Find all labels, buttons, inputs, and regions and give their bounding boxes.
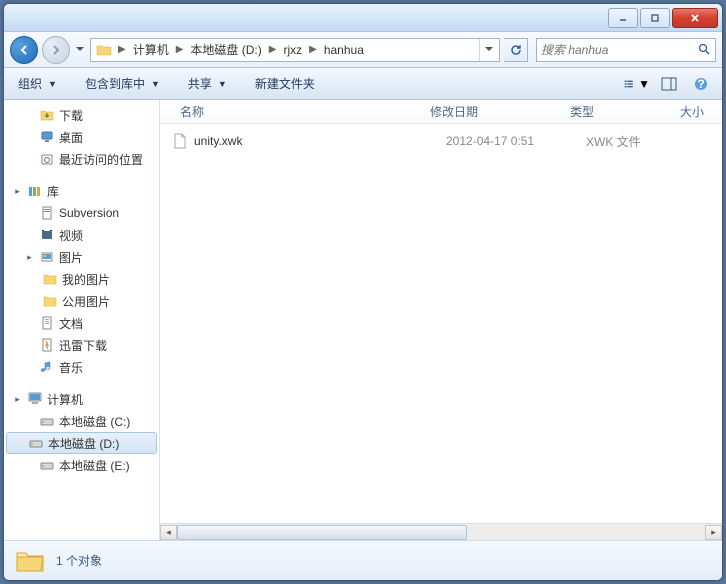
column-date[interactable]: 修改日期 — [422, 103, 562, 120]
column-type[interactable]: 类型 — [562, 103, 672, 120]
drive-icon — [28, 435, 44, 451]
titlebar — [4, 4, 722, 32]
column-size[interactable]: 大小 — [672, 103, 722, 120]
navigation-bar: ▶ 计算机 ▶ 本地磁盘 (D:) ▶ rjxz ▶ hanhua — [4, 32, 722, 68]
pictures-icon — [39, 249, 55, 265]
breadcrumb-dropdown[interactable] — [479, 39, 497, 61]
column-headers: 名称 修改日期 类型 大小 — [160, 100, 722, 124]
drive-icon — [39, 457, 55, 473]
collapse-icon[interactable]: ▸ — [12, 186, 23, 197]
close-button[interactable] — [672, 8, 718, 28]
folder-icon — [95, 41, 113, 59]
refresh-button[interactable] — [504, 38, 528, 62]
folder-icon — [42, 293, 58, 309]
folder-icon — [42, 271, 58, 287]
history-dropdown[interactable] — [74, 47, 86, 52]
documents-icon — [39, 315, 55, 331]
tree-item-documents[interactable]: 文档 — [4, 312, 159, 334]
downloads-icon — [39, 107, 55, 123]
desktop-icon — [39, 129, 55, 145]
status-text: 1 个对象 — [56, 552, 102, 569]
breadcrumb-seg-hanhua[interactable]: hanhua — [320, 39, 368, 61]
music-icon — [39, 359, 55, 375]
file-type: XWK 文件 — [578, 133, 688, 150]
breadcrumb-arrow-icon[interactable]: ▶ — [173, 44, 187, 55]
preview-pane-button[interactable] — [656, 73, 682, 95]
forward-button[interactable] — [42, 36, 70, 64]
tree-item-desktop[interactable]: 桌面 — [4, 126, 159, 148]
svg-text:?: ? — [697, 77, 704, 91]
search-box[interactable] — [536, 38, 716, 62]
tree-item-recent[interactable]: 最近访问的位置 — [4, 148, 159, 170]
breadcrumb-arrow-icon[interactable]: ▶ — [266, 44, 280, 55]
tree-item-libraries[interactable]: ▸库 — [4, 180, 159, 202]
breadcrumb-arrow-icon[interactable]: ▶ — [115, 44, 129, 55]
tree-item-my-pictures[interactable]: 我的图片 — [4, 268, 159, 290]
breadcrumb-seg-drive-d[interactable]: 本地磁盘 (D:) — [186, 39, 265, 61]
tree-item-pictures[interactable]: ▸图片 — [4, 246, 159, 268]
tree-item-drive-e[interactable]: 本地磁盘 (E:) — [4, 454, 159, 476]
recent-icon — [39, 151, 55, 167]
tree-item-computer[interactable]: ▸计算机 — [4, 388, 159, 410]
breadcrumb[interactable]: ▶ 计算机 ▶ 本地磁盘 (D:) ▶ rjxz ▶ hanhua — [90, 38, 500, 62]
search-icon[interactable] — [698, 43, 711, 56]
navigation-tree[interactable]: 下载 桌面 最近访问的位置 ▸库 Subversion 视频 ▸图片 我的图片 … — [4, 100, 160, 540]
main-area: 下载 桌面 最近访问的位置 ▸库 Subversion 视频 ▸图片 我的图片 … — [4, 100, 722, 540]
scroll-right-button[interactable]: ▸ — [705, 525, 722, 540]
help-button[interactable]: ? — [688, 73, 714, 95]
file-row[interactable]: unity.xwk 2012-04-17 0:51 XWK 文件 — [172, 130, 710, 152]
videos-icon — [39, 227, 55, 243]
tree-item-xunlei[interactable]: 迅雷下载 — [4, 334, 159, 356]
new-folder-button[interactable]: 新建文件夹 — [249, 72, 321, 95]
back-button[interactable] — [10, 36, 38, 64]
file-date: 2012-04-17 0:51 — [438, 134, 578, 148]
search-input[interactable] — [541, 43, 698, 57]
organize-button[interactable]: 组织▼ — [12, 72, 63, 95]
tree-item-music[interactable]: 音乐 — [4, 356, 159, 378]
folder-large-icon — [14, 545, 46, 577]
window-controls — [606, 8, 718, 28]
file-icon — [172, 133, 188, 149]
view-options-button[interactable]: ▼ — [624, 73, 650, 95]
breadcrumb-seg-rjxz[interactable]: rjxz — [279, 39, 306, 61]
subversion-icon — [39, 205, 55, 221]
scroll-thumb[interactable] — [177, 525, 467, 540]
file-list-panel: 名称 修改日期 类型 大小 unity.xwk 2012-04-17 0:51 … — [160, 100, 722, 540]
computer-icon — [27, 391, 43, 407]
collapse-icon[interactable]: ▸ — [12, 394, 23, 405]
toolbar: 组织▼ 包含到库中▼ 共享▼ 新建文件夹 ▼ ? — [4, 68, 722, 100]
horizontal-scrollbar[interactable]: ◂ ▸ — [160, 523, 722, 540]
include-in-library-button[interactable]: 包含到库中▼ — [79, 72, 166, 95]
xunlei-icon — [39, 337, 55, 353]
share-button[interactable]: 共享▼ — [182, 72, 233, 95]
column-name[interactable]: 名称 — [172, 103, 422, 120]
collapse-icon[interactable]: ▸ — [24, 252, 35, 263]
tree-item-downloads[interactable]: 下载 — [4, 104, 159, 126]
tree-item-drive-c[interactable]: 本地磁盘 (C:) — [4, 410, 159, 432]
libraries-icon — [27, 183, 43, 199]
tree-item-subversion[interactable]: Subversion — [4, 202, 159, 224]
file-name: unity.xwk — [194, 134, 438, 148]
file-list[interactable]: unity.xwk 2012-04-17 0:51 XWK 文件 — [160, 124, 722, 523]
minimize-button[interactable] — [608, 8, 638, 28]
explorer-window: ▶ 计算机 ▶ 本地磁盘 (D:) ▶ rjxz ▶ hanhua 组织▼ 包含… — [3, 3, 723, 581]
scroll-track[interactable] — [177, 525, 705, 540]
breadcrumb-seg-computer[interactable]: 计算机 — [129, 39, 173, 61]
tree-item-public-pictures[interactable]: 公用图片 — [4, 290, 159, 312]
drive-icon — [39, 413, 55, 429]
scroll-left-button[interactable]: ◂ — [160, 525, 177, 540]
breadcrumb-arrow-icon[interactable]: ▶ — [306, 44, 320, 55]
tree-item-drive-d[interactable]: 本地磁盘 (D:) — [6, 432, 157, 454]
tree-item-videos[interactable]: 视频 — [4, 224, 159, 246]
maximize-button[interactable] — [640, 8, 670, 28]
statusbar: 1 个对象 — [4, 540, 722, 580]
